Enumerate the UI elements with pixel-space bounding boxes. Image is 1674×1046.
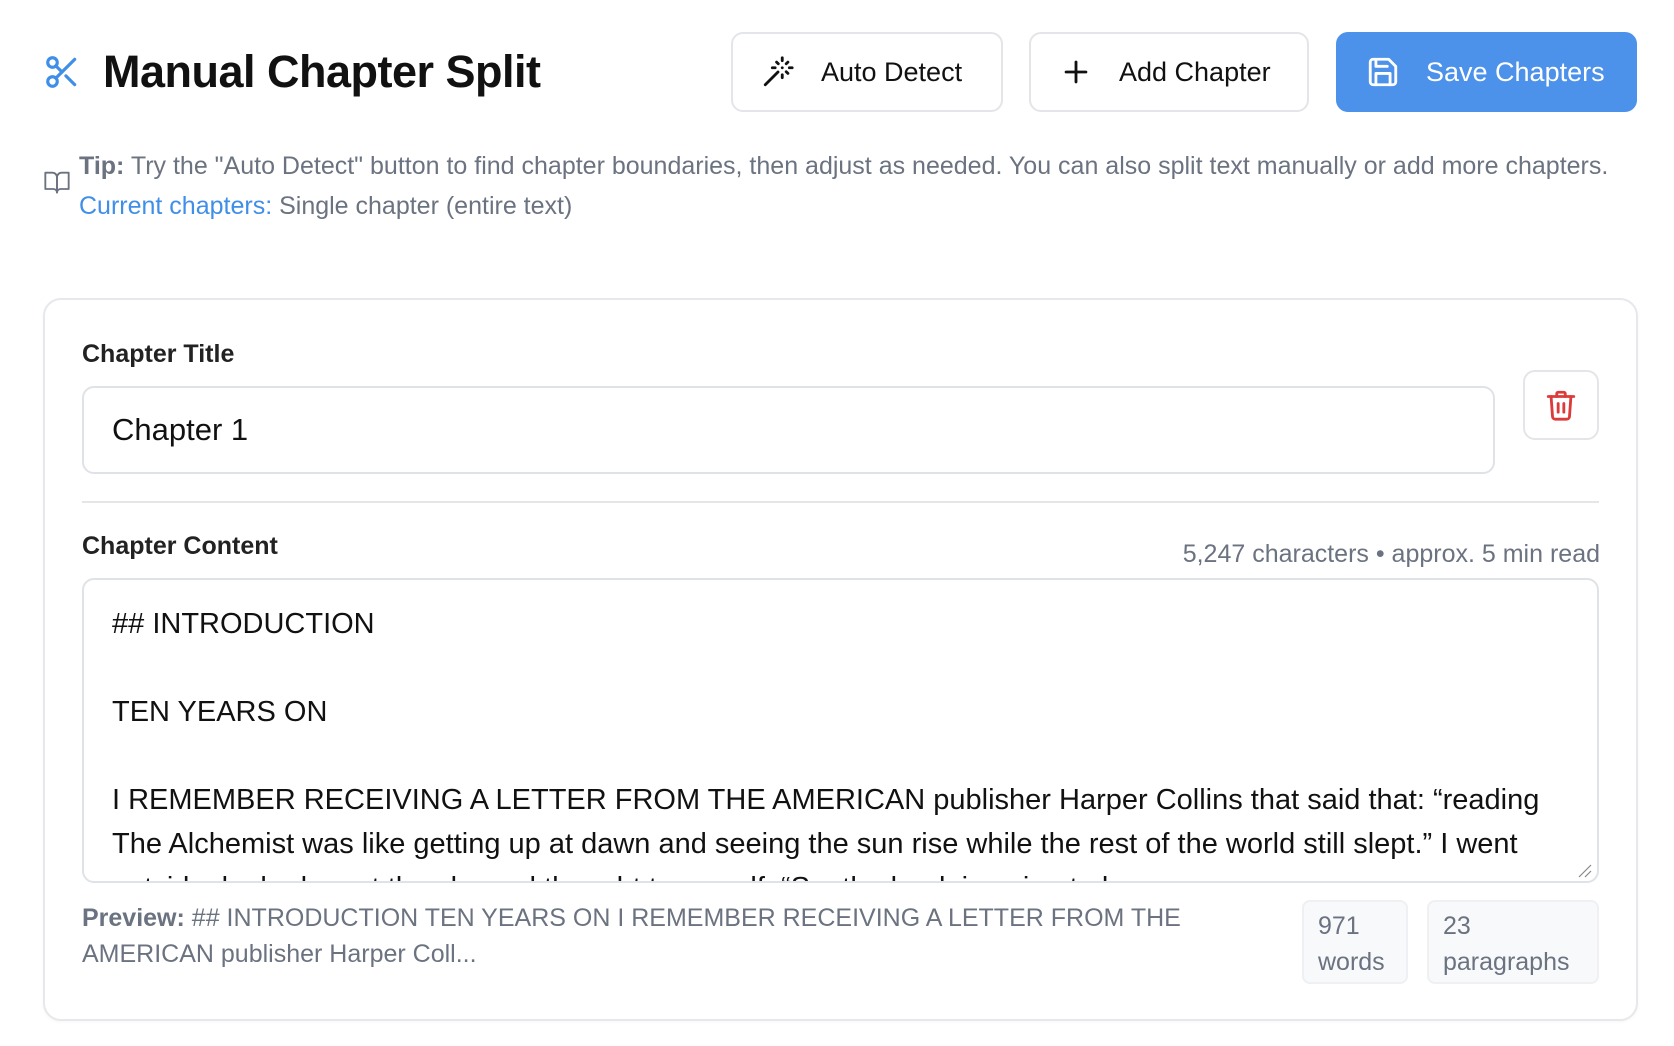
- delete-chapter-button[interactable]: [1523, 370, 1599, 440]
- chapter-content-label: Chapter Content: [82, 532, 278, 560]
- tip-panel: Tip: Try the "Auto Detect" button to fin…: [43, 148, 1631, 221]
- tip-text: Tip: Try the "Auto Detect" button to fin…: [79, 148, 1631, 184]
- chapter-card: Chapter Title Chapter Content 5,247 char…: [43, 298, 1638, 1021]
- preview-text: ## INTRODUCTION TEN YEARS ON I REMEMBER …: [82, 904, 1181, 968]
- auto-detect-button[interactable]: Auto Detect: [731, 32, 1003, 112]
- add-chapter-label: Add Chapter: [1119, 56, 1271, 87]
- resize-handle-icon[interactable]: [1576, 862, 1592, 878]
- paragraph-count-label: paragraphs: [1443, 948, 1570, 976]
- trash-icon: [1546, 390, 1576, 421]
- page-header: Manual Chapter Split Auto Detect Add Cha…: [43, 32, 1637, 112]
- title-wrap: Manual Chapter Split: [43, 46, 541, 98]
- current-chapters: Current chapters: Single chapter (entire…: [79, 192, 1631, 221]
- word-count-badge: 971 words: [1302, 900, 1408, 984]
- book-open-icon: [43, 168, 71, 196]
- content-stats: 5,247 characters • approx. 5 min read: [1182, 540, 1600, 568]
- save-chapters-button[interactable]: Save Chapters: [1336, 32, 1637, 112]
- auto-detect-label: Auto Detect: [821, 56, 963, 87]
- current-chapters-value: Single chapter (entire text): [272, 192, 573, 220]
- chapter-title-input[interactable]: [82, 386, 1495, 474]
- word-count-label: words: [1318, 948, 1385, 976]
- save-icon: [1366, 55, 1400, 89]
- scissors-icon: [43, 53, 81, 91]
- tip-label: Tip:: [79, 152, 125, 180]
- save-chapters-label: Save Chapters: [1426, 56, 1605, 87]
- paragraph-count-value: 23: [1443, 912, 1471, 940]
- add-chapter-button[interactable]: Add Chapter: [1029, 32, 1309, 112]
- chapter-content-textarea[interactable]: ## INTRODUCTION TEN YEARS ON I REMEMBER …: [82, 578, 1599, 883]
- current-chapters-label: Current chapters:: [79, 192, 273, 220]
- divider: [82, 501, 1599, 503]
- tip-body: Try the "Auto Detect" button to find cha…: [124, 152, 1609, 180]
- word-count-value: 971: [1318, 912, 1360, 940]
- paragraph-count-badge: 23 paragraphs: [1427, 900, 1599, 984]
- magic-wand-icon: [761, 55, 795, 89]
- preview-label: Preview:: [82, 904, 185, 932]
- page-title: Manual Chapter Split: [103, 46, 541, 97]
- plus-icon: [1059, 55, 1093, 89]
- content-preview: Preview: ## INTRODUCTION TEN YEARS ON I …: [82, 900, 1282, 972]
- chapter-title-label: Chapter Title: [82, 340, 235, 368]
